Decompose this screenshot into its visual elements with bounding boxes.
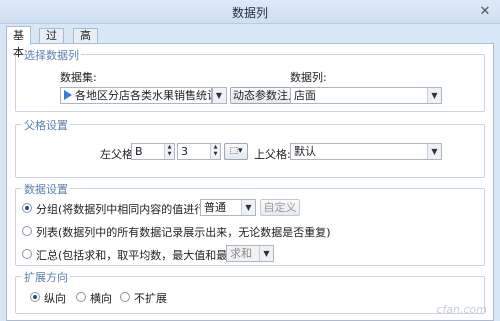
radio-summary[interactable]	[22, 249, 32, 259]
select-column-group: 选择数据列 数据集: 各地区分店各类水果销售统计 ▼ 动态参数注入 数据列: 店…	[15, 47, 485, 112]
upper-parent-select[interactable]: 默认 ▼	[290, 143, 442, 160]
chevron-down-icon: ▼	[427, 88, 441, 103]
group-mode-value: 普通	[204, 201, 226, 214]
vertical-option-label[interactable]: 纵向	[44, 290, 66, 306]
left-parent-column-stepper[interactable]: B ▲ ▼	[131, 143, 175, 160]
close-icon[interactable]: ✕	[476, 4, 494, 20]
radio-list[interactable]	[22, 226, 32, 236]
cell-picker-button[interactable]: ⬚▾	[224, 143, 248, 160]
aggregate-value: 求和	[230, 247, 252, 260]
radio-vertical[interactable]	[30, 292, 40, 302]
title-bar: 数据列 ✕	[0, 0, 500, 24]
column-select[interactable]: 店面 ▼	[290, 87, 442, 104]
cell-select-icon: ⬚▾	[229, 146, 243, 156]
aggregate-select[interactable]: 求和 ▼	[226, 245, 274, 262]
custom-button[interactable]: 自定义	[260, 199, 300, 216]
dataset-label: 数据集:	[60, 71, 97, 84]
watermark: cfan.com	[436, 303, 487, 316]
select-column-legend: 选择数据列	[22, 47, 81, 63]
upper-parent-label: 上父格:	[254, 148, 291, 161]
list-option-label[interactable]: 列表(数据列中的所有数据记录展示出来，无论数据是否重复)	[36, 224, 331, 240]
expand-direction-legend: 扩展方向	[22, 269, 70, 285]
data-settings-legend: 数据设置	[22, 181, 70, 197]
data-settings-group: 数据设置 分组(将数据列中相同内容的值进行合并) 普通 ▼ 自定义 列表(数据列…	[15, 181, 485, 266]
tab-filter[interactable]: 过滤	[39, 28, 64, 56]
tab-basic[interactable]: 基本	[6, 26, 31, 59]
spinner-arrows-icon[interactable]: ▲ ▼	[164, 144, 174, 159]
window-title: 数据列	[231, 6, 268, 20]
column-value: 店面	[294, 89, 316, 102]
spinner-arrows-icon[interactable]: ▲ ▼	[210, 144, 220, 159]
tab-advanced[interactable]: 高级	[73, 28, 98, 56]
tab-panel-basic: 选择数据列 数据集: 各地区分店各类水果销售统计 ▼ 动态参数注入 数据列: 店…	[6, 43, 494, 321]
parent-settings-legend: 父格设置	[22, 117, 70, 133]
chevron-down-icon: ▼	[241, 200, 255, 215]
dataset-select[interactable]: 各地区分店各类水果销售统计	[60, 87, 212, 104]
radio-no-expand[interactable]	[120, 292, 130, 302]
expand-direction-group: 扩展方向 纵向 横向 不扩展	[15, 269, 485, 314]
upper-parent-value: 默认	[294, 145, 316, 158]
dataset-value: 各地区分店各类水果销售统计	[75, 89, 212, 102]
radio-horizontal[interactable]	[76, 292, 86, 302]
parent-settings-group: 父格设置 左父格: B ▲ ▼ 3 ▲ ▼ ⬚▾ 上父格: 默认 ▼	[15, 117, 485, 178]
group-mode-select[interactable]: 普通 ▼	[200, 199, 256, 216]
column-label: 数据列:	[290, 71, 327, 84]
horizontal-option-label[interactable]: 横向	[90, 290, 112, 306]
chevron-down-icon: ▼	[213, 88, 226, 103]
chevron-down-icon: ▼	[427, 144, 441, 159]
left-parent-column-value: B	[135, 145, 143, 158]
left-parent-row-value: 3	[181, 145, 188, 158]
left-parent-row-stepper[interactable]: 3 ▲ ▼	[177, 143, 221, 160]
radio-group[interactable]	[22, 203, 32, 213]
dataset-icon	[64, 90, 72, 100]
no-expand-option-label[interactable]: 不扩展	[134, 290, 167, 306]
dataset-dropdown-button[interactable]: ▼	[212, 87, 227, 104]
chevron-down-icon: ▼	[259, 246, 273, 261]
